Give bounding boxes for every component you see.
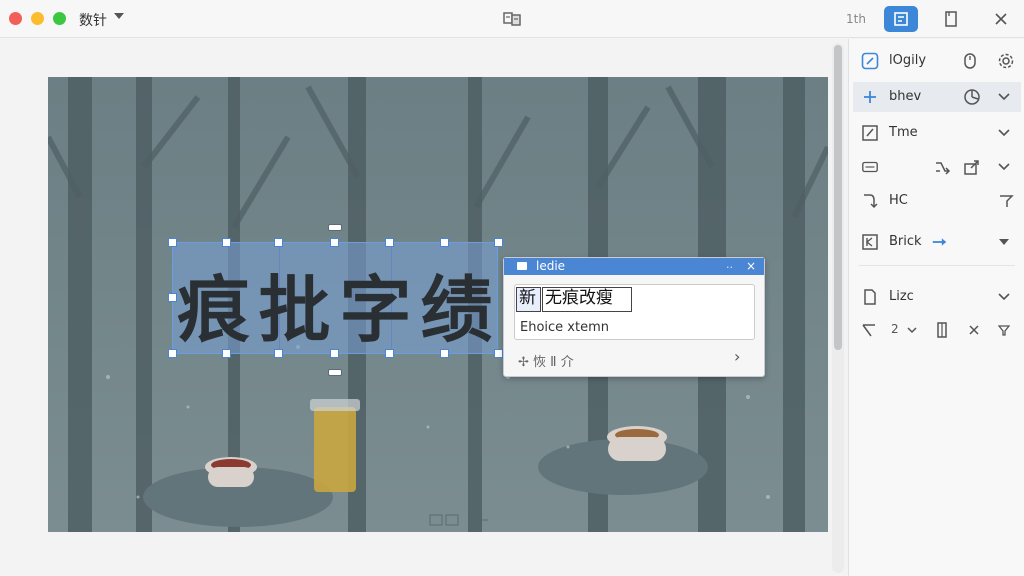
chevron-right-icon[interactable]: ›: [734, 347, 740, 366]
resize-handle[interactable]: [168, 349, 177, 358]
swap-icon[interactable]: [933, 158, 951, 176]
more-icon[interactable]: ..: [726, 258, 733, 271]
text-selection-box[interactable]: 痕 批 字 绩: [172, 242, 498, 354]
resize-handle[interactable]: [440, 349, 449, 358]
text-edit-popup: ledie .. × 新 无痕改瘦 Ehoice xtemn ✢ 恢 Ⅱ 介 ›: [503, 257, 765, 377]
scrollbar-thumb[interactable]: [834, 45, 842, 350]
mouse-icon[interactable]: [961, 52, 979, 70]
dropdown-icon[interactable]: [995, 233, 1013, 251]
edit-icon: [861, 52, 879, 70]
close-icon: [995, 13, 1007, 25]
panel-label: HC: [889, 193, 908, 208]
translate-icon[interactable]: [502, 9, 522, 29]
recognized-text: 痕 批 字 绩: [173, 251, 497, 356]
move-handle[interactable]: [328, 369, 342, 376]
resize-handle[interactable]: [494, 238, 503, 247]
close-icon[interactable]: [965, 321, 983, 339]
document-icon: [945, 11, 957, 27]
panel-label: Tme: [889, 125, 918, 140]
text-char: 批: [258, 268, 331, 352]
resize-handle[interactable]: [440, 238, 449, 247]
panel-row-layout[interactable]: [853, 152, 1021, 182]
resize-handle[interactable]: [385, 238, 394, 247]
close-button[interactable]: [984, 6, 1018, 32]
text-char: 字: [339, 268, 412, 352]
maximize-window-button[interactable]: [53, 12, 66, 25]
popup-header[interactable]: ledie .. ×: [504, 258, 764, 275]
resize-handle[interactable]: [222, 238, 231, 247]
gear-icon[interactable]: [997, 52, 1015, 70]
key-icon: [861, 233, 879, 251]
properties-panel: lOgily bhev Tme HC Brick Lizc 2: [848, 39, 1024, 576]
input-subtext: Ehoice xtemn: [520, 320, 609, 335]
chevron-down-icon[interactable]: [995, 88, 1013, 106]
title-bar: 数针 1th: [0, 0, 1024, 38]
column-icon[interactable]: [933, 321, 951, 339]
text-edit-button[interactable]: [884, 6, 918, 32]
resize-handle[interactable]: [274, 349, 283, 358]
popup-title: ledie: [536, 259, 566, 273]
flag-icon[interactable]: [997, 192, 1015, 210]
close-window-button[interactable]: [9, 12, 22, 25]
panel-label: Lizc: [889, 289, 914, 304]
resize-handle[interactable]: [274, 238, 283, 247]
popup-close-button[interactable]: ×: [746, 259, 756, 273]
window-icon: [517, 262, 527, 270]
minimize-window-button[interactable]: [31, 12, 44, 25]
vertical-scrollbar[interactable]: [832, 43, 844, 573]
arrow-turn-icon: [861, 192, 879, 210]
resize-handle[interactable]: [222, 349, 231, 358]
brush-icon: [861, 124, 879, 142]
text-box-icon: [894, 12, 908, 26]
panel-row-quality[interactable]: lOgily: [853, 46, 1021, 76]
arrow-right-icon[interactable]: [931, 233, 949, 251]
panel-row-hc[interactable]: HC: [853, 186, 1021, 216]
divider: [859, 265, 1015, 266]
pie-chart-icon[interactable]: [963, 88, 981, 106]
panel-label: Brick: [889, 234, 922, 249]
toolbar-label: 1th: [846, 12, 866, 26]
resize-handle[interactable]: [330, 349, 339, 358]
text-token[interactable]: 无痕改瘦: [542, 287, 632, 312]
popup-options[interactable]: ✢ 恢 Ⅱ 介: [518, 351, 574, 370]
spacing-value[interactable]: 2: [891, 322, 899, 336]
chevron-down-icon[interactable]: [995, 124, 1013, 142]
layer-icon: [861, 158, 879, 176]
resize-handle[interactable]: [330, 238, 339, 247]
page-icon: [861, 288, 879, 306]
angle-icon: [861, 321, 879, 339]
resize-handle[interactable]: [385, 349, 394, 358]
document-button[interactable]: [934, 6, 968, 32]
text-token[interactable]: 新: [516, 287, 541, 312]
resize-handle[interactable]: [168, 238, 177, 247]
export-icon[interactable]: [963, 158, 981, 176]
panel-row-time[interactable]: Tme: [853, 118, 1021, 148]
text-char: 痕: [177, 268, 250, 352]
text-char: 绩: [420, 268, 493, 352]
chevron-down-icon[interactable]: [903, 321, 921, 339]
replacement-text-input[interactable]: 新 无痕改瘦 Ehoice xtemn: [514, 284, 755, 340]
plus-icon: [861, 88, 879, 106]
app-title[interactable]: 数针: [79, 10, 107, 30]
panel-label: bhev: [889, 89, 922, 104]
panel-row-lizc[interactable]: Lizc: [853, 282, 1021, 312]
chevron-down-icon[interactable]: [995, 158, 1013, 176]
panel-row-spacing[interactable]: 2: [853, 315, 1021, 345]
rotate-handle[interactable]: [328, 224, 342, 231]
chevron-down-icon[interactable]: [995, 288, 1013, 306]
panel-row-back[interactable]: Brick: [853, 227, 1021, 257]
panel-row-new[interactable]: bhev: [853, 82, 1021, 112]
resize-handle[interactable]: [168, 293, 177, 302]
filter-icon[interactable]: [995, 321, 1013, 339]
chevron-down-icon[interactable]: [114, 13, 124, 19]
resize-handle[interactable]: [494, 349, 503, 358]
panel-label: lOgily: [889, 53, 927, 68]
